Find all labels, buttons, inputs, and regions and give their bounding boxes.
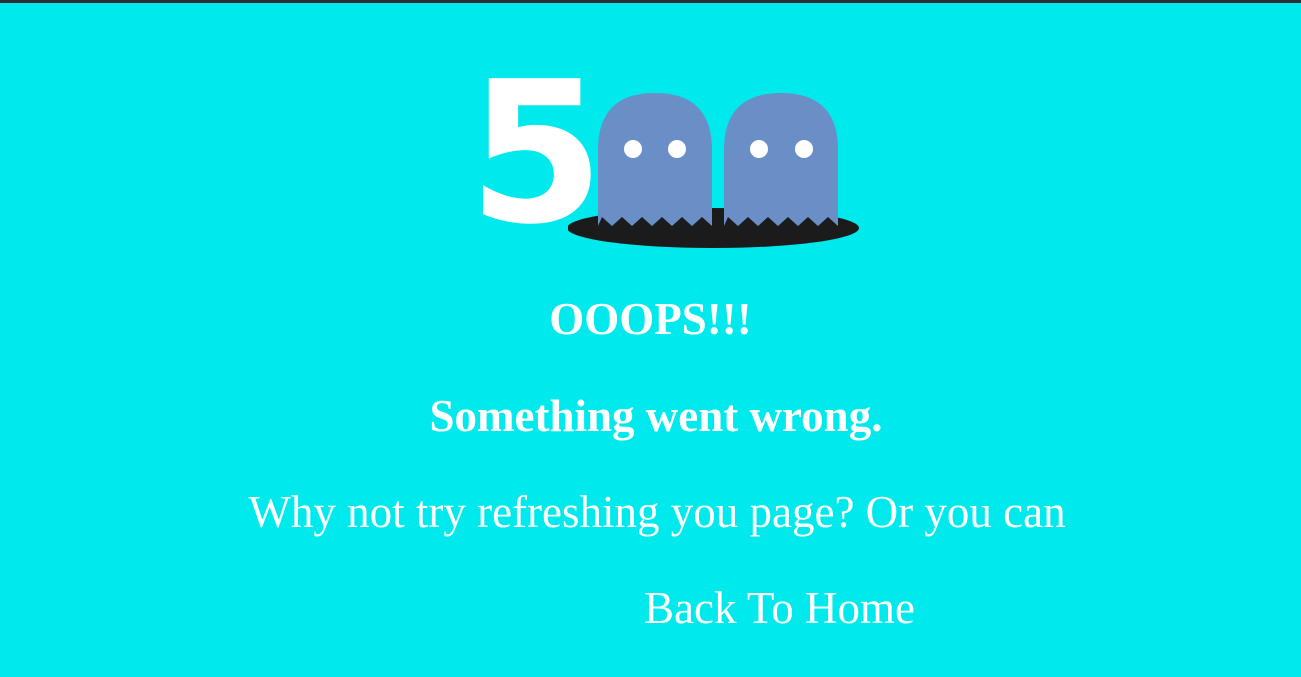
ghost-icon <box>598 93 712 226</box>
error-subtitle: Something went wrong. <box>429 391 883 441</box>
browser-top-bar <box>0 0 1301 3</box>
error-illustration: 5 <box>460 56 880 260</box>
back-to-home-link[interactable]: Back To Home <box>644 582 915 634</box>
error-title: OOOPS!!! <box>549 294 752 344</box>
ghosts-illustration <box>568 93 859 248</box>
ghost-icon <box>724 93 838 226</box>
error-message: Why not try refreshing you page? Or you … <box>248 487 1066 537</box>
